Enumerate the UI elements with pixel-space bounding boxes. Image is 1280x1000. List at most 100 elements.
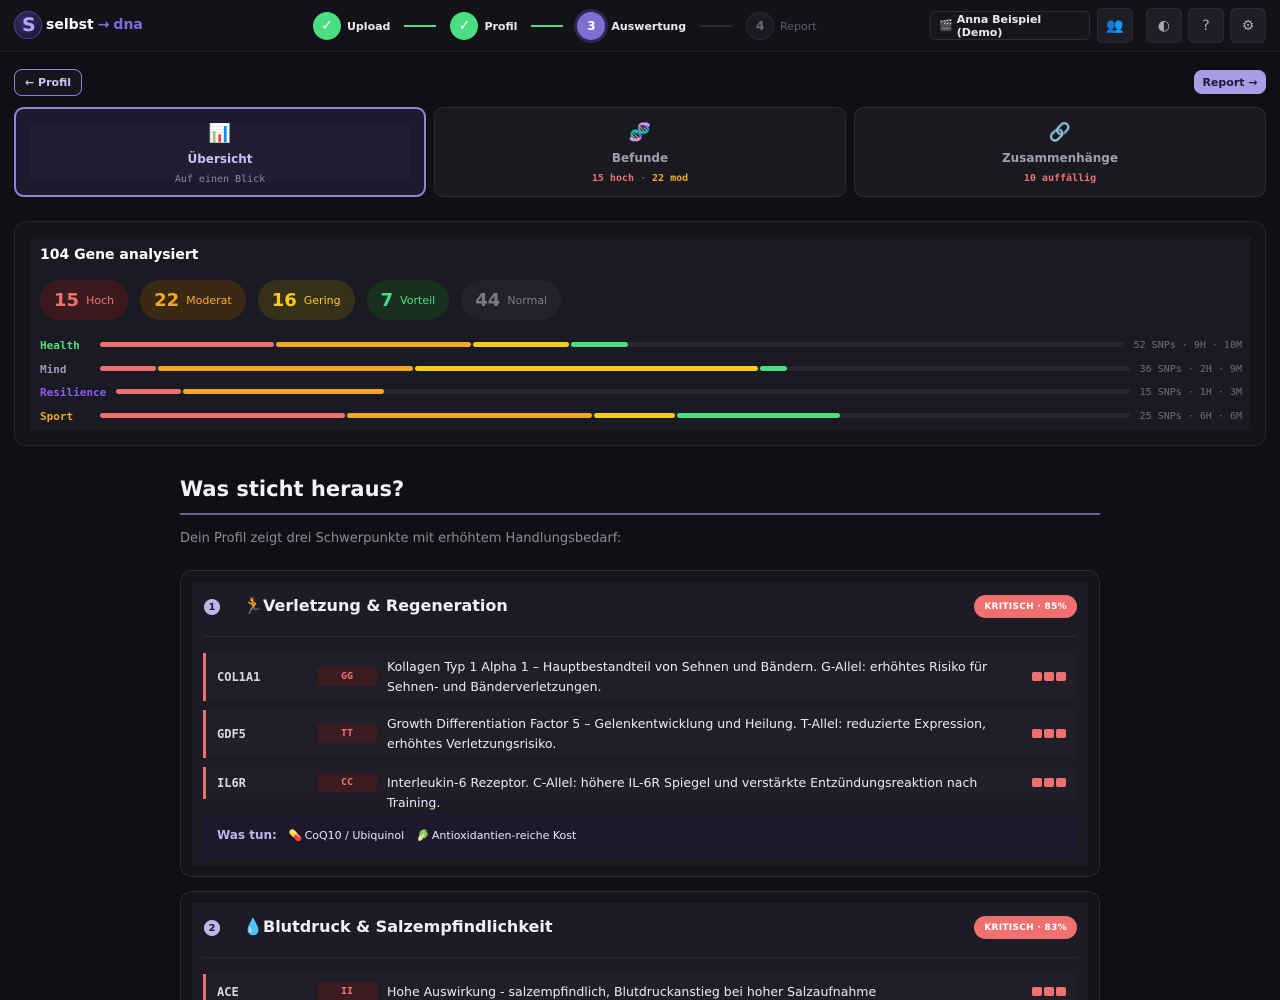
step-upload[interactable]: ✓ Upload <box>313 12 390 40</box>
separator: · <box>633 173 653 184</box>
gene-row[interactable]: GDF5 TT Growth Differentiation Factor 5 … <box>203 710 1077 758</box>
category-stats: 25 SNPs · 6H · 6M <box>1139 411 1242 422</box>
severity-dot <box>1044 729 1054 738</box>
gene-description: Hohe Auswirkung - salzempfindlich, Blutd… <box>387 984 877 999</box>
go-to-report-button[interactable]: Report → <box>1194 70 1266 94</box>
help-button[interactable]: ? <box>1188 8 1224 43</box>
category-segment <box>594 413 675 418</box>
category-row[interactable]: Mind 36 SNPs · 2H · 9M <box>40 363 1242 376</box>
tab-subtitle: Auf einen Blick <box>174 174 266 185</box>
users-button[interactable]: 👥 <box>1097 8 1133 43</box>
tab-title: Befunde <box>611 151 669 165</box>
step-connector <box>404 25 437 27</box>
tab-uebersicht[interactable]: 📊 Übersicht Auf einen Blick <box>14 107 426 197</box>
severity-dot <box>1032 729 1042 738</box>
cluster-number: 1 <box>204 599 220 615</box>
severity-dot <box>1032 778 1042 787</box>
droplet-icon: 💧 <box>243 917 263 936</box>
pill-count: 15 <box>54 289 80 311</box>
gene-name: GDF5 <box>217 727 246 741</box>
severity-dot <box>1056 672 1066 681</box>
step-profil[interactable]: ✓ Profil <box>450 12 517 40</box>
recommendation-item[interactable]: 💊 CoQ10 / Ubiquinol <box>289 829 404 842</box>
tab-zusammenhaenge[interactable]: 🔗 Zusammenhänge 10 auffällig <box>854 107 1266 197</box>
tab-befunde[interactable]: 🧬 Befunde 15 hoch · 22 mod <box>434 107 846 197</box>
recommendation-item[interactable]: 🥬 Antioxidantien-reiche Kost <box>416 829 576 842</box>
severity-dot <box>1044 987 1054 996</box>
severity-pill[interactable]: 15 Hoch <box>40 280 129 320</box>
bar-chart-icon: 📊 <box>208 123 232 144</box>
category-row[interactable]: Sport 25 SNPs · 6H · 6M <box>40 410 1242 423</box>
category-segment <box>182 389 384 394</box>
step-number: 3 <box>577 12 606 40</box>
severity-dot <box>1044 778 1054 787</box>
step-label: Upload <box>347 19 391 33</box>
category-name: Mind <box>40 363 67 376</box>
severity-pill[interactable]: 44 Normal <box>461 280 562 320</box>
category-stats: 15 SNPs · 1H · 3M <box>1139 387 1242 398</box>
step-auswertung[interactable]: 3 Auswertung <box>577 12 686 40</box>
profile-select[interactable]: 🎬 Anna Beispiel (Demo) <box>930 11 1090 40</box>
category-stats: 36 SNPs · 2H · 9M <box>1139 364 1242 375</box>
severity-dot <box>1056 987 1066 996</box>
pill-count: 7 <box>380 289 394 311</box>
category-segment <box>100 413 346 418</box>
pill-label: Vorteil <box>400 293 436 307</box>
brand-part1: selbst <box>46 17 94 33</box>
category-track <box>100 413 1130 418</box>
brand-arrow: → <box>97 17 110 33</box>
category-segment <box>760 366 788 371</box>
cluster-header[interactable]: 2 💧 Blutdruck & Salzempfindlichkeit KRIT… <box>192 903 1088 957</box>
pill-count: 16 <box>271 289 297 311</box>
back-to-profil-button[interactable]: ← Profil <box>14 69 82 96</box>
gene-row[interactable]: IL6R CC Interleukin-6 Rezeptor. C-Allel:… <box>203 767 1077 810</box>
severity-pill[interactable]: 7 Vorteil <box>366 280 450 320</box>
category-segment <box>347 413 593 418</box>
gene-description: Kollagen Typ 1 Alpha 1 – Hauptbestandtei… <box>387 659 988 694</box>
summary-title: 104 Gene analysiert <box>40 247 199 263</box>
step-connector <box>531 25 564 27</box>
category-row[interactable]: Resilience 15 SNPs · 1H · 3M <box>40 386 1242 399</box>
tab-subtitle: 10 auffällig <box>1023 173 1097 184</box>
brand-logo[interactable]: selbst→dna <box>14 11 143 39</box>
section-intro: Dein Profil zeigt drei Schwerpunkte mit … <box>180 531 622 546</box>
severity-pill[interactable]: 22 Moderat <box>140 280 246 320</box>
cluster-header[interactable]: 1 🏃 Verletzung & Regeneration KRITISCH ·… <box>192 582 1088 636</box>
category-segment <box>276 342 471 347</box>
severity-dot <box>1032 987 1042 996</box>
severity-dots <box>1032 672 1066 681</box>
category-track <box>100 342 1124 347</box>
category-segment <box>571 342 629 347</box>
category-name: Sport <box>40 410 74 423</box>
severity-badge: KRITISCH · 85% <box>974 595 1077 618</box>
recommendation-text: CoQ10 / Ubiquinol <box>304 828 405 842</box>
check-icon: ✓ <box>313 12 341 40</box>
moderate-count: 22 mod <box>652 173 689 184</box>
step-label: Profil <box>484 19 518 33</box>
gene-name: IL6R <box>217 776 246 790</box>
cluster-divider <box>203 957 1077 958</box>
gene-row[interactable]: ACE II Hohe Auswirkung - salzempfindlich… <box>203 974 1077 1000</box>
pill-label: Gering <box>303 293 341 307</box>
theme-toggle-button[interactable]: ◐ <box>1146 8 1182 43</box>
severity-dot <box>1056 729 1066 738</box>
category-row[interactable]: Health 52 SNPs · 9H · 10M <box>40 339 1242 352</box>
step-report[interactable]: 4 Report <box>746 12 817 40</box>
cluster-inner: 2 💧 Blutdruck & Salzempfindlichkeit KRIT… <box>192 903 1088 1000</box>
contrast-icon: ◐ <box>1157 17 1171 34</box>
summary-inner: 104 Gene analysiert 15 Hoch 22 Moderat 16 Ger… <box>30 237 1251 430</box>
severity-pill[interactable]: 16 Gering <box>257 280 355 320</box>
link-icon: 🔗 <box>1048 122 1072 143</box>
progress-stepper: ✓ Upload ✓ Profil 3 Auswertung 4 Report <box>313 12 817 40</box>
check-icon: ✓ <box>450 12 479 40</box>
gene-row[interactable]: COL1A1 GG Kollagen Typ 1 Alpha 1 – Haupt… <box>203 653 1077 701</box>
summary-card: 104 Gene analysiert 15 Hoch 22 Moderat 16 Ger… <box>14 221 1266 446</box>
category-segment <box>100 366 156 371</box>
category-segment <box>157 366 414 371</box>
pill-icon: 💊 <box>288 828 303 842</box>
dna-icon: 🧬 <box>628 122 652 143</box>
severity-dot <box>1044 672 1054 681</box>
settings-button[interactable]: ⚙ <box>1230 8 1266 43</box>
clapper-icon: 🎬 <box>939 19 953 32</box>
cluster-title: Verletzung & Regeneration <box>263 596 508 615</box>
